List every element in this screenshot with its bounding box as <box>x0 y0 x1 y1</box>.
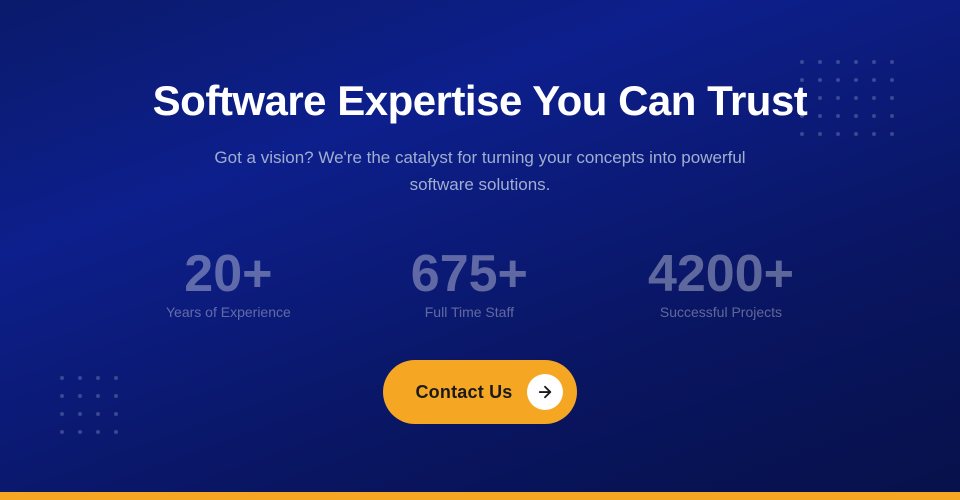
contact-us-label: Contact Us <box>415 382 512 403</box>
hero-subtitle: Got a vision? We're the catalyst for tur… <box>200 144 760 198</box>
stat-staff: 675+ Full Time Staff <box>411 248 528 320</box>
stat-projects-number: 4200+ <box>648 248 794 300</box>
stat-staff-label: Full Time Staff <box>425 304 514 320</box>
stat-projects-label: Successful Projects <box>660 304 782 320</box>
dots-top-right <box>800 60 900 142</box>
bottom-accent-bar <box>0 492 960 500</box>
dots-bottom-left <box>60 376 124 440</box>
contact-us-button[interactable]: Contact Us <box>383 360 576 424</box>
contact-us-arrow-icon <box>527 374 563 410</box>
hero-title: Software Expertise You Can Trust <box>153 76 808 126</box>
stat-projects: 4200+ Successful Projects <box>648 248 794 320</box>
page-wrapper: Software Expertise You Can Trust Got a v… <box>0 0 960 500</box>
stat-experience-number: 20+ <box>184 248 272 300</box>
stat-experience: 20+ Years of Experience <box>166 248 291 320</box>
stat-staff-number: 675+ <box>411 248 528 300</box>
hero-content: Software Expertise You Can Trust Got a v… <box>153 76 808 425</box>
stats-row: 20+ Years of Experience 675+ Full Time S… <box>153 248 808 320</box>
stat-experience-label: Years of Experience <box>166 304 291 320</box>
